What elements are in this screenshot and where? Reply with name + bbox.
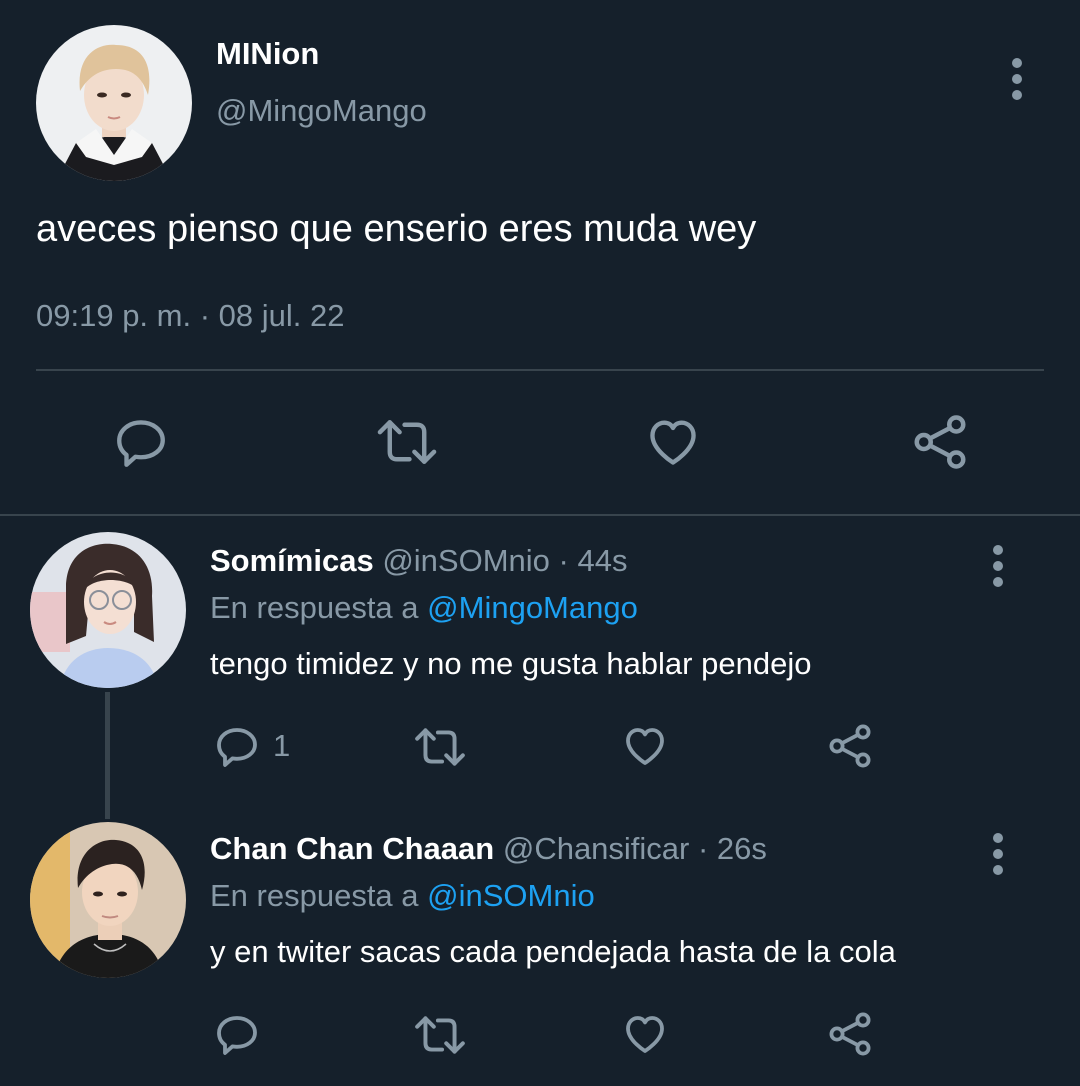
reply-header: Somímicas @inSOMnio · 44s <box>210 543 627 579</box>
reply-handle[interactable]: @inSOMnio <box>382 543 550 578</box>
author-handle[interactable]: @MingoMango <box>216 93 427 129</box>
reply-avatar[interactable] <box>30 822 186 978</box>
author-avatar[interactable] <box>36 25 192 181</box>
reply-prefix: En respuesta a <box>210 590 419 625</box>
reply-to-mention[interactable]: @MingoMango <box>427 590 638 625</box>
share-icon[interactable] <box>826 1010 874 1058</box>
like-icon[interactable] <box>621 1010 669 1058</box>
reply-text: y en twiter sacas cada pendejada hasta d… <box>210 934 896 969</box>
reply-age: · 44s <box>558 543 628 578</box>
reply-handle[interactable]: @Chansificar <box>503 831 690 866</box>
reply-text: tengo timidez y no me gusta hablar pende… <box>210 646 812 681</box>
reply-prefix: En respuesta a <box>210 878 419 913</box>
share-icon[interactable] <box>910 412 970 472</box>
thread-line <box>105 692 110 819</box>
reply-display-name[interactable]: Chan Chan Chaaan <box>210 831 494 866</box>
more-icon[interactable] <box>988 833 1008 875</box>
divider <box>36 369 1044 371</box>
like-icon[interactable] <box>644 413 702 471</box>
reply-age: · 26s <box>698 831 767 866</box>
reply-icon[interactable] <box>213 1011 261 1059</box>
reply-avatar[interactable] <box>30 532 186 688</box>
retweet-icon[interactable] <box>413 1010 467 1060</box>
author-display-name[interactable]: MINion <box>216 36 319 72</box>
reply-context: En respuesta a @inSOMnio <box>210 878 595 914</box>
more-icon[interactable] <box>988 545 1008 587</box>
retweet-icon[interactable] <box>413 722 467 772</box>
reply-to-mention[interactable]: @inSOMnio <box>427 878 595 913</box>
section-divider <box>0 514 1080 516</box>
tweet-timestamp: 09:19 p. m. · 08 jul. 22 <box>36 298 345 333</box>
reply-count: 1 <box>273 728 291 763</box>
more-icon[interactable] <box>1007 58 1027 100</box>
reply-header: Chan Chan Chaaan @Chansificar · 26s <box>210 831 767 867</box>
like-icon[interactable] <box>621 722 669 770</box>
reply-icon[interactable] <box>213 723 261 771</box>
tweet-text: aveces pienso que enserio eres muda wey <box>36 208 757 250</box>
retweet-icon[interactable] <box>375 412 439 472</box>
reply-icon[interactable] <box>112 414 170 472</box>
reply-context: En respuesta a @MingoMango <box>210 590 638 626</box>
reply-display-name[interactable]: Somímicas <box>210 543 374 578</box>
share-icon[interactable] <box>826 722 874 770</box>
